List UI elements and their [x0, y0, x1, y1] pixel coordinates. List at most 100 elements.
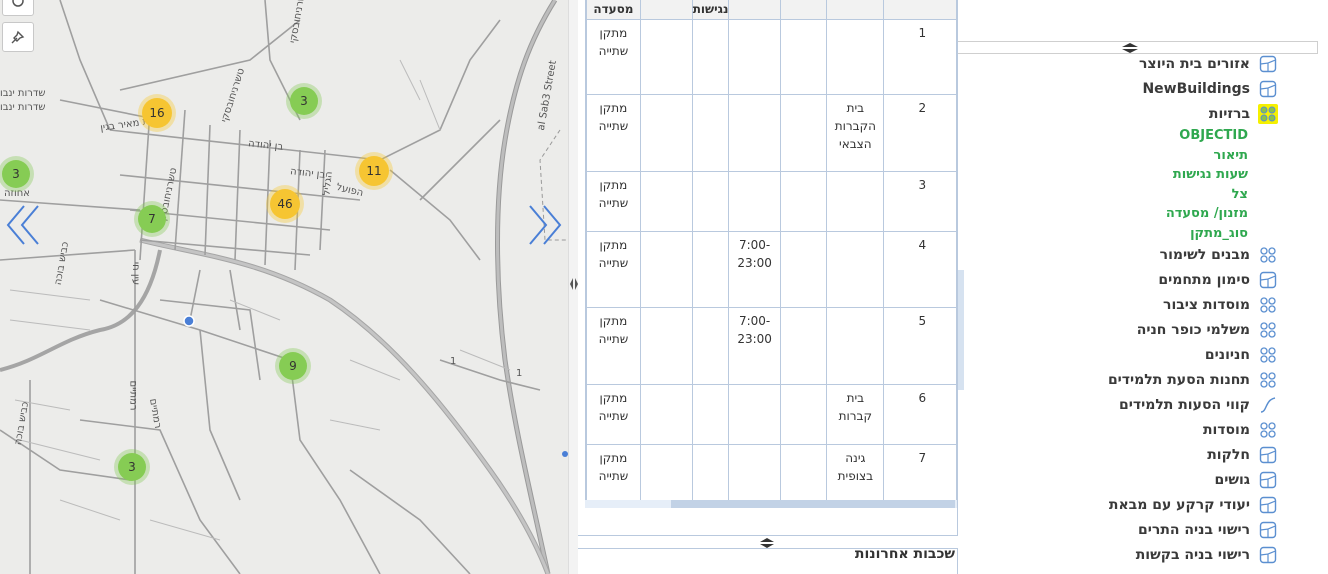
layer-item-label: רישוי בניה בקשות	[1135, 547, 1250, 563]
layer-item-label: סימון מתחמים	[1158, 272, 1250, 288]
layer-field-item[interactable]: OBJECTID	[1179, 128, 1248, 143]
table-row[interactable]: 5 7:00-23:00 מתקן שתייה	[586, 306, 957, 385]
map-cluster[interactable]: 7	[134, 201, 170, 237]
map-cluster[interactable]: 3	[286, 83, 322, 119]
layer-item[interactable]: רישוי בניה התרים	[1138, 519, 1278, 541]
layer-item[interactable]: קווי הסעות תלמידים	[1119, 394, 1278, 416]
layer-item-label: רישוי בניה התרים	[1138, 522, 1250, 538]
cell-hours	[728, 18, 781, 95]
resize-arrows-icon	[760, 538, 774, 548]
layer-field-item[interactable]: תיאור	[1214, 148, 1248, 163]
table-row[interactable]: 6 בית קברות מתקן שתייה	[586, 383, 957, 445]
cell-hours	[728, 443, 781, 505]
layer-item[interactable]: מוסדות	[1203, 419, 1278, 441]
column-header[interactable]	[779, 0, 828, 20]
attribute-table-panel: נגישות מסעדה 1 מתקן שתייה 2 בית הקברות ה…	[578, 0, 958, 574]
table-row[interactable]: 4 7:00-23:00 מתקן שתייה	[586, 230, 957, 308]
cell	[779, 170, 828, 232]
point-layer-icon	[1258, 320, 1278, 340]
layer-item-label: ברזיות	[1208, 106, 1250, 122]
layer-item[interactable]: מבנים לשימור	[1160, 244, 1278, 266]
locate-button[interactable]	[2, 0, 34, 16]
cell-hours: 7:00-23:00	[728, 230, 781, 308]
cell-type: מתקן שתייה	[586, 93, 641, 172]
layer-field-item[interactable]: סוג_מתקן	[1190, 226, 1248, 241]
cell	[779, 383, 828, 445]
map-cluster[interactable]: 16	[138, 94, 176, 132]
point-layer-icon	[1258, 370, 1278, 390]
map-roads	[0, 0, 568, 574]
panel-splitter[interactable]	[568, 0, 578, 574]
point-layer-icon	[1258, 104, 1278, 124]
column-header[interactable]: מסעדה	[586, 0, 641, 20]
layer-item[interactable]: משלמי כופר חניה	[1137, 319, 1278, 341]
layer-field-item[interactable]: צל	[1232, 187, 1248, 202]
layer-item[interactable]: חניונים	[1205, 344, 1278, 366]
cell-desc: בית קברות	[826, 383, 885, 445]
map-view[interactable]: שדרות ינבו שדרות ינבו שדרות מאיר בגין טש…	[0, 0, 568, 574]
layer-item-label: חניונים	[1204, 347, 1250, 363]
next-arrow-icon[interactable]	[526, 200, 566, 250]
layer-field-item[interactable]: מזנון/ מסעדה	[1166, 206, 1248, 221]
table-row[interactable]: 3 מתקן שתייה	[586, 170, 957, 232]
layer-item[interactable]: סימון מתחמים	[1158, 269, 1278, 291]
column-header[interactable]	[883, 0, 957, 20]
layer-item[interactable]: רישוי בניה בקשות	[1136, 544, 1278, 566]
layer-item[interactable]: תחנות הסעת תלמידים	[1108, 369, 1278, 391]
attribute-table-scroll[interactable]: נגישות מסעדה 1 מתקן שתייה 2 בית הקברות ה…	[585, 0, 957, 508]
layer-item-label: חלקות	[1207, 447, 1250, 463]
cell-type: מתקן שתייה	[586, 170, 641, 232]
map-cluster[interactable]: 9	[275, 348, 311, 384]
scrollbar-thumb[interactable]	[671, 500, 955, 508]
cell	[639, 443, 693, 505]
map-cluster[interactable]: 46	[266, 185, 304, 223]
cell-type: מתקן שתייה	[586, 230, 641, 308]
layer-item[interactable]: גושים	[1214, 469, 1278, 491]
table-row[interactable]: 1 מתקן שתייה	[586, 18, 957, 95]
cluster-count: 9	[279, 352, 307, 380]
layer-item-label: משלמי כופר חניה	[1136, 322, 1250, 338]
cell	[779, 93, 828, 172]
layer-item[interactable]: יעודי קרקע עם מבאת	[1109, 494, 1278, 516]
cell-type: מתקן שתייה	[586, 18, 641, 95]
layer-item[interactable]: מוסדות ציבור	[1163, 294, 1278, 316]
point-layer-icon	[1258, 295, 1278, 315]
layer-item[interactable]: אזורים בית היוצר	[1139, 53, 1278, 75]
table-row[interactable]: 2 בית הקברות הצבאי מתקן שתייה	[586, 93, 957, 172]
cell-desc: בית הקברות הצבאי	[826, 93, 885, 172]
cell-type: מתקן שתייה	[586, 443, 641, 505]
cell-hours: 7:00-23:00	[728, 306, 781, 385]
map-cluster[interactable]: 3	[114, 449, 150, 485]
layer-item[interactable]: NewBuildings	[1142, 78, 1278, 100]
cell	[639, 93, 693, 172]
horizontal-scrollbar[interactable]	[585, 500, 957, 508]
cell	[779, 306, 828, 385]
layer-field-item[interactable]: שעות נגישות	[1173, 167, 1248, 182]
attribute-table: נגישות מסעדה 1 מתקן שתייה 2 בית הקברות ה…	[586, 0, 957, 505]
layer-item-label: מוסדות	[1202, 422, 1250, 438]
cell	[691, 306, 730, 385]
layer-item-label: גושים	[1214, 472, 1250, 488]
column-header[interactable]	[826, 0, 885, 20]
point-layer-icon	[1258, 420, 1278, 440]
table-row[interactable]: 7 גינה בצופית מתקן שתייה	[586, 443, 957, 505]
cell	[779, 18, 828, 95]
layer-item-label: NewBuildings	[1142, 81, 1250, 97]
measure-tool-button[interactable]	[2, 22, 34, 52]
cell-desc: גינה בצופית	[826, 443, 885, 505]
previous-arrow-icon[interactable]	[2, 200, 42, 250]
column-header[interactable]	[728, 0, 781, 20]
map-cluster[interactable]: 11	[355, 152, 393, 190]
cell	[639, 306, 693, 385]
polygon-layer-icon	[1258, 270, 1278, 290]
column-header[interactable]	[639, 0, 693, 20]
recent-layers-title: שכבות אחרונות	[854, 546, 955, 562]
cluster-count: 3	[2, 160, 30, 188]
layer-item[interactable]: ברזיות	[1209, 103, 1278, 125]
cell-type: מתקן שתייה	[586, 306, 641, 385]
cell	[779, 230, 828, 308]
layer-item[interactable]: חלקות	[1207, 444, 1278, 466]
column-header[interactable]: נגישות	[691, 0, 730, 20]
splitter-grip-icon	[570, 278, 578, 290]
layer-item-label: מוסדות ציבור	[1163, 297, 1250, 313]
